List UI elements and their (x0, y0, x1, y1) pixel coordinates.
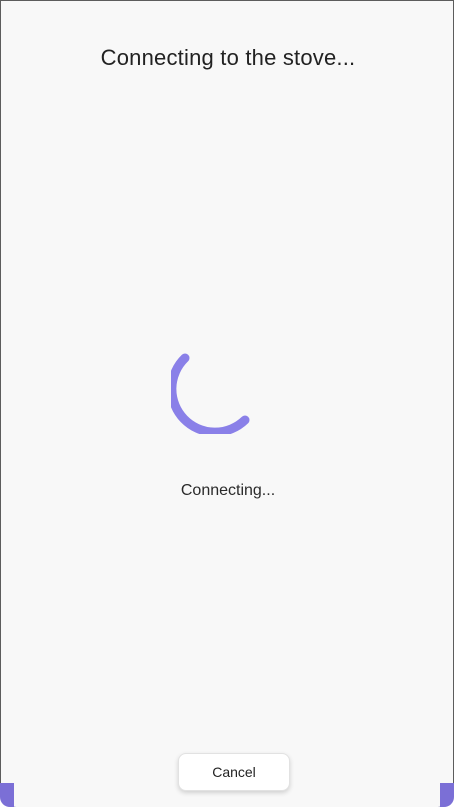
frame-corner-right (440, 783, 454, 807)
connecting-screen: Connecting to the stove... Connecting...… (0, 0, 454, 807)
cancel-button[interactable]: Cancel (178, 753, 290, 791)
frame-corner-left (0, 783, 14, 807)
device-frame: Connecting to the stove... Connecting...… (0, 0, 454, 807)
status-text: Connecting... (180, 482, 276, 499)
page-title: Connecting to the stove... (100, 45, 356, 70)
loading-spinner-icon (171, 353, 250, 434)
